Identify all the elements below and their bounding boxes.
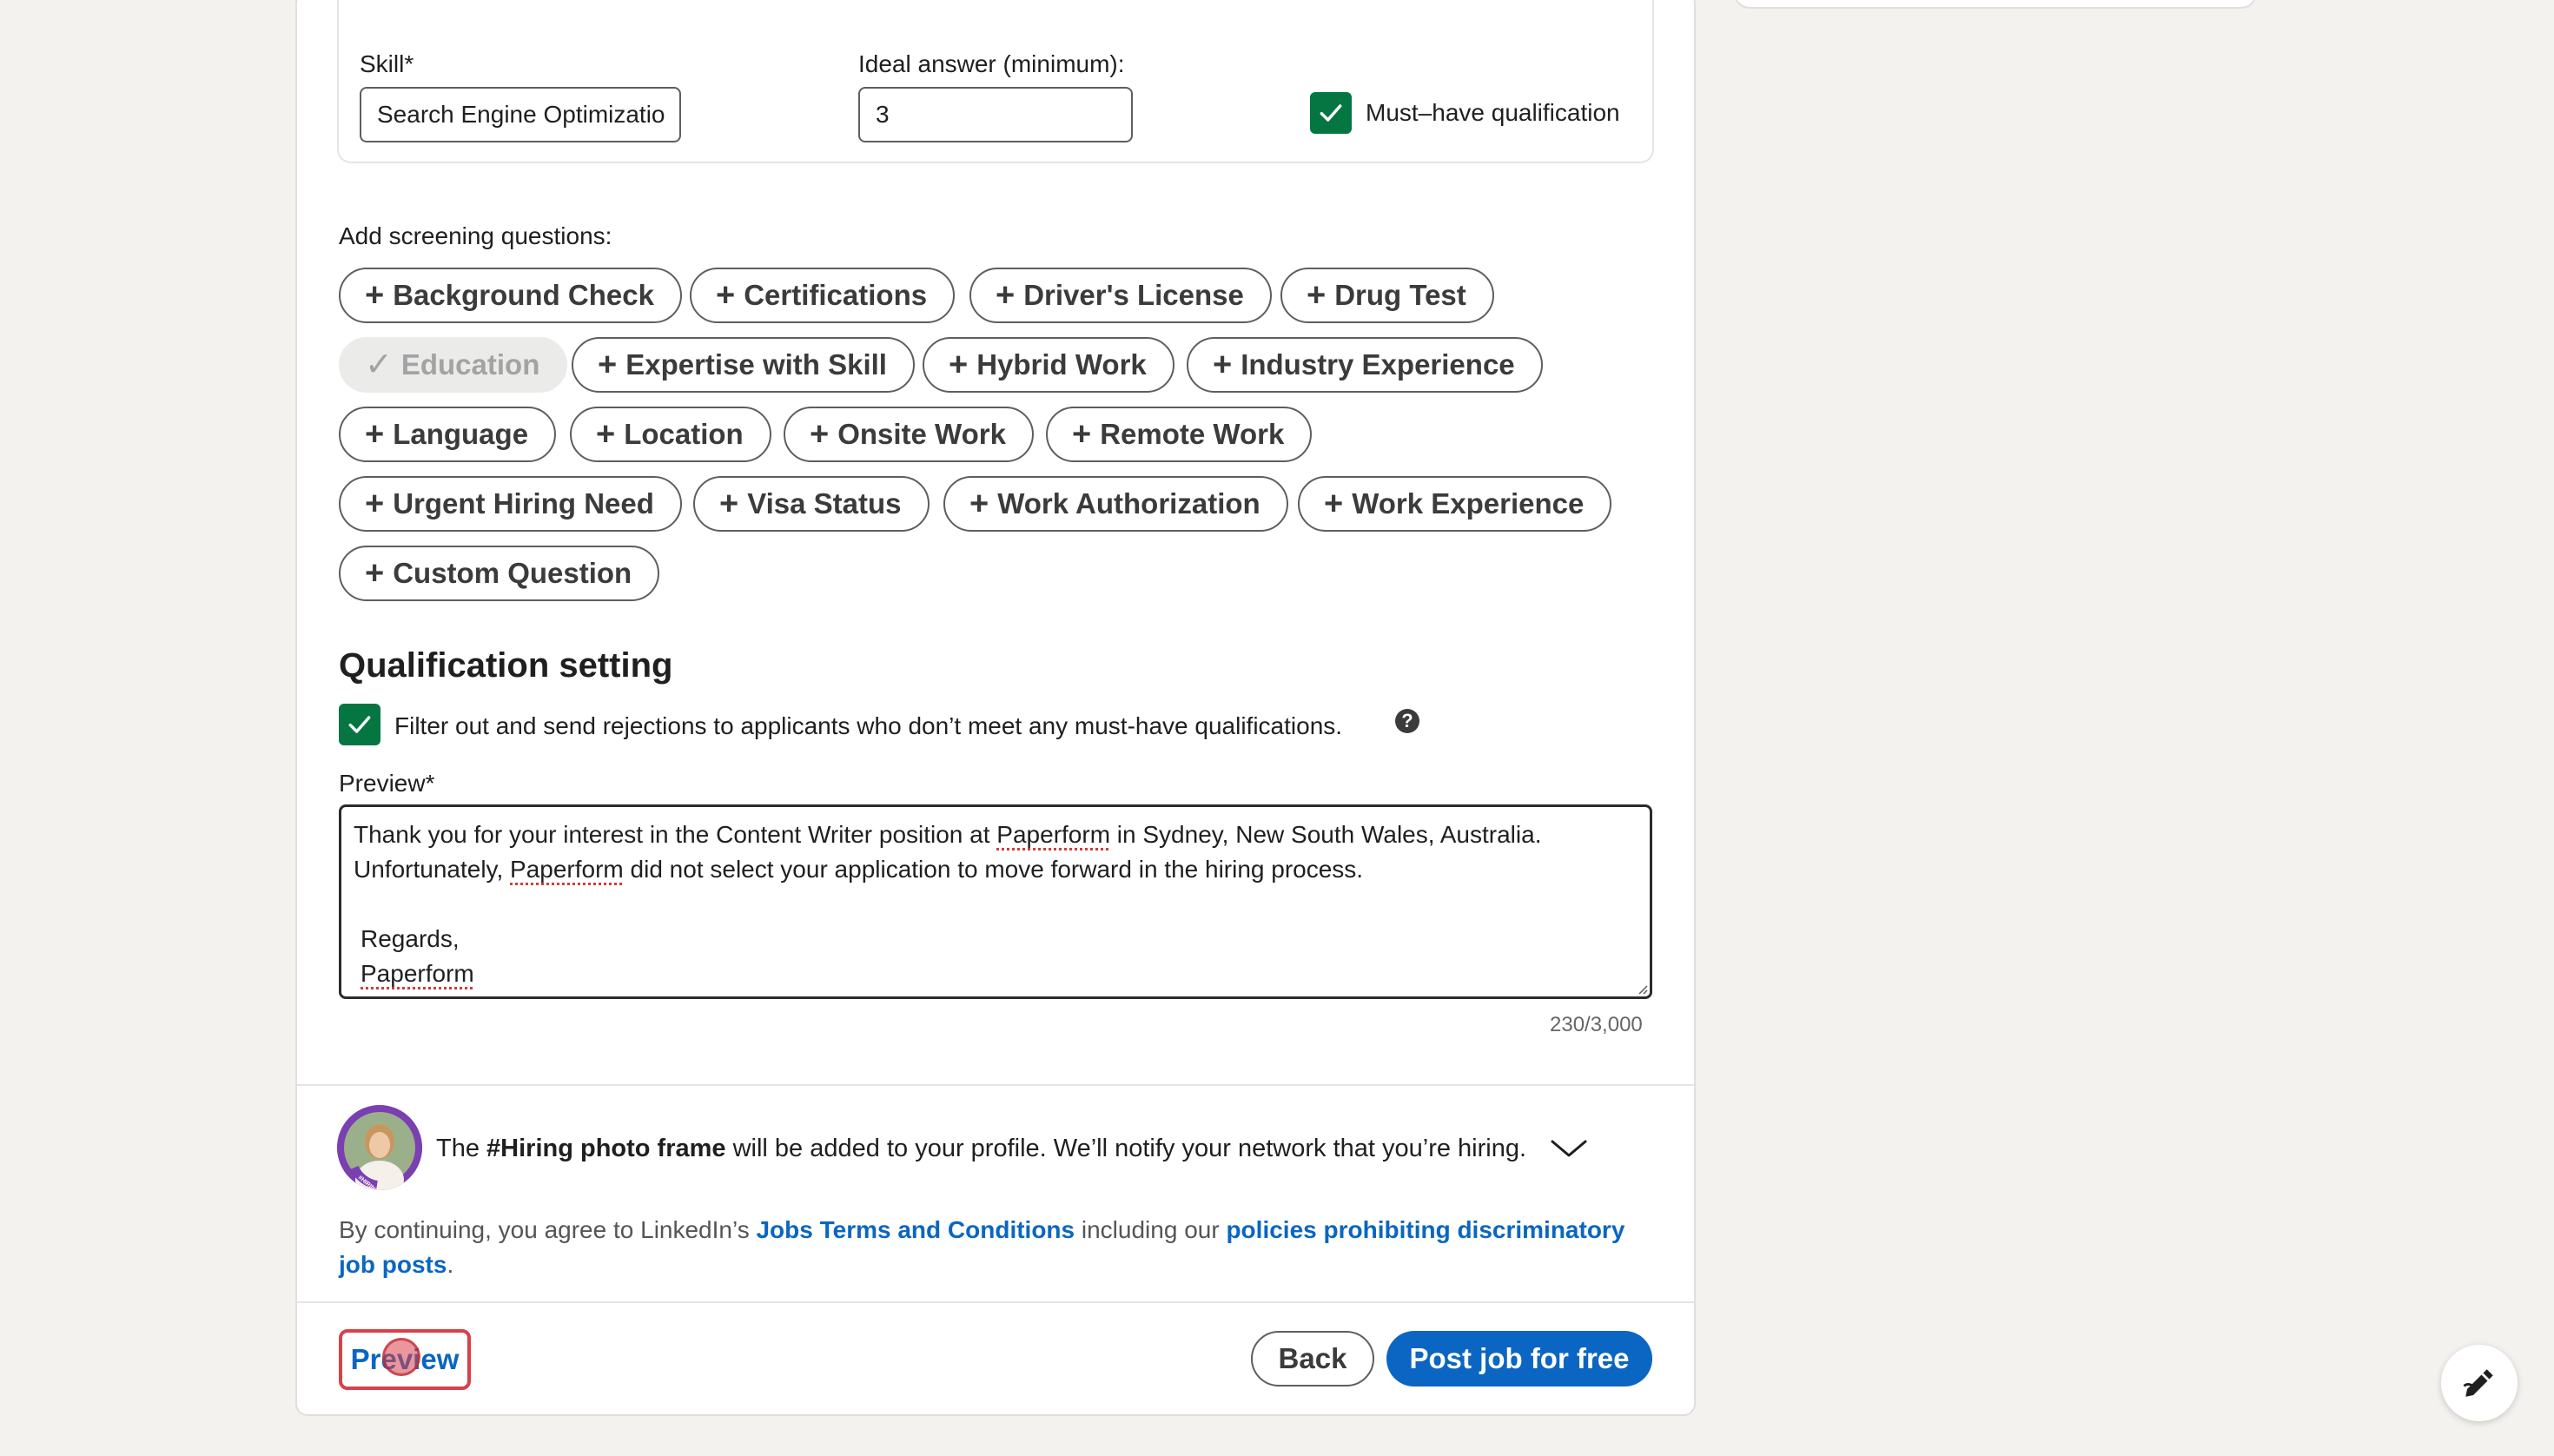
pill-remote-work[interactable]: + Remote Work [1046,407,1313,462]
hiring-frame-text: The #Hiring photo frame will be added to… [436,1135,1527,1162]
pill-label: Remote Work [1100,418,1285,450]
help-icon[interactable]: ? [1395,709,1419,733]
char-count: 230/3,000 [1550,1013,1643,1036]
pill-industry-experience[interactable]: + Industry Experience [1187,337,1543,393]
plus-icon: + [996,277,1016,314]
jobs-terms-link[interactable]: Jobs Terms and Conditions [756,1216,1075,1243]
terms-text: By continuing, you agree to LinkedIn’s J… [339,1216,1625,1278]
filter-label: Filter out and send rejections to applic… [394,712,1343,739]
filter-checkbox[interactable] [339,704,380,745]
plus-icon: + [1213,347,1233,383]
pen-icon [2463,1369,2493,1397]
pill-custom-question[interactable]: + Custom Question [339,546,660,601]
plus-icon: + [365,486,385,522]
plus-icon: + [365,416,385,453]
pill-label: Language [393,418,529,450]
pill-work-authorization[interactable]: + Work Authorization [943,476,1288,532]
checkmark-icon: ✓ [365,347,393,383]
must-have-checkbox[interactable] [1310,92,1352,134]
plus-icon: + [949,347,969,383]
plus-icon: + [969,486,989,522]
pill-label: Work Experience [1352,487,1585,520]
preview-line-1: Thank you for your interest in the Conte… [354,821,1542,848]
pill-background-check[interactable]: + Background Check [339,268,682,323]
pill-location[interactable]: + Location [570,407,771,462]
check-icon [348,716,371,733]
policies-link-cont[interactable]: job posts [339,1251,447,1278]
ideal-answer-input[interactable]: 3 [858,87,1133,142]
pill-label: Expertise with Skill [625,348,887,381]
back-button[interactable]: Back [1251,1331,1374,1387]
preview-blank-line [354,887,1638,922]
pill-education: ✓ Education [339,337,568,393]
side-panel-card [1734,0,2257,9]
skill-label: Skill* [360,50,414,77]
pill-label: Urgent Hiring Need [393,487,654,520]
pill-label: Drug Test [1334,279,1466,311]
pill-label: Visa Status [747,487,902,520]
resize-handle-icon[interactable] [1636,983,1648,995]
policies-link[interactable]: policies prohibiting discriminatory [1226,1216,1624,1243]
pill-drug-test[interactable]: + Drug Test [1280,268,1494,323]
must-have-label: Must–have qualification [1366,99,1620,126]
qualification-title: Qualification setting [339,646,673,685]
pill-label: Custom Question [393,557,632,589]
plus-icon: + [365,277,385,314]
pill-label: Background Check [393,279,654,311]
rejection-preview-textarea[interactable]: Thank you for your interest in the Conte… [339,804,1652,999]
pill-onsite-work[interactable]: + Onsite Work [784,407,1034,462]
profile-photo-icon: #HIRING [337,1105,422,1190]
plus-icon: + [598,347,618,383]
plus-icon: + [596,416,616,453]
pill-label: Certifications [744,279,928,311]
pill-label: Onsite Work [837,418,1006,450]
preview-label: Preview* [339,770,435,797]
ideal-answer-label: Ideal answer (minimum): [858,50,1125,77]
plus-icon: + [1307,277,1327,314]
pill-certifications[interactable]: + Certifications [690,268,956,323]
pill-label: Industry Experience [1241,348,1515,381]
job-post-card [295,0,1696,1416]
plus-icon: + [719,486,739,522]
plus-icon: + [1072,416,1092,453]
pill-visa-status[interactable]: + Visa Status [693,476,930,532]
pill-expertise-with-skill[interactable]: + Expertise with Skill [572,337,915,393]
pill-label: Work Authorization [997,487,1260,520]
pill-language[interactable]: + Language [339,407,557,462]
preview-line-2: Unfortunately, Paperform did not select … [354,856,1364,883]
check-icon [1320,104,1342,122]
preview-regards: Regards, [361,925,460,952]
avatar: #HIRING [337,1105,422,1190]
pill-urgent-hiring-need[interactable]: + Urgent Hiring Need [339,476,682,532]
plus-icon: + [810,416,830,453]
plus-icon: + [716,277,736,314]
divider [297,1084,1694,1086]
skill-input[interactable]: Search Engine Optimizatio [360,87,681,142]
pill-work-experience[interactable]: + Work Experience [1298,476,1612,532]
assistant-fab[interactable] [2441,1345,2518,1421]
pill-label: Driver's License [1023,279,1244,311]
click-indicator [382,1338,420,1376]
post-job-button[interactable]: Post job for free [1386,1331,1652,1387]
pill-label: Hybrid Work [976,348,1147,381]
preview-signature: Paperform [361,960,474,987]
chevron-down-icon[interactable] [1550,1138,1588,1161]
plus-icon: + [1324,486,1344,522]
footer-divider [297,1301,1694,1303]
screening-title: Add screening questions: [339,222,612,249]
pill-drivers-license[interactable]: + Driver's License [969,268,1272,323]
plus-icon: + [365,555,385,592]
pill-label: Education [400,348,540,381]
pill-hybrid-work[interactable]: + Hybrid Work [923,337,1174,393]
pill-label: Location [624,418,744,450]
